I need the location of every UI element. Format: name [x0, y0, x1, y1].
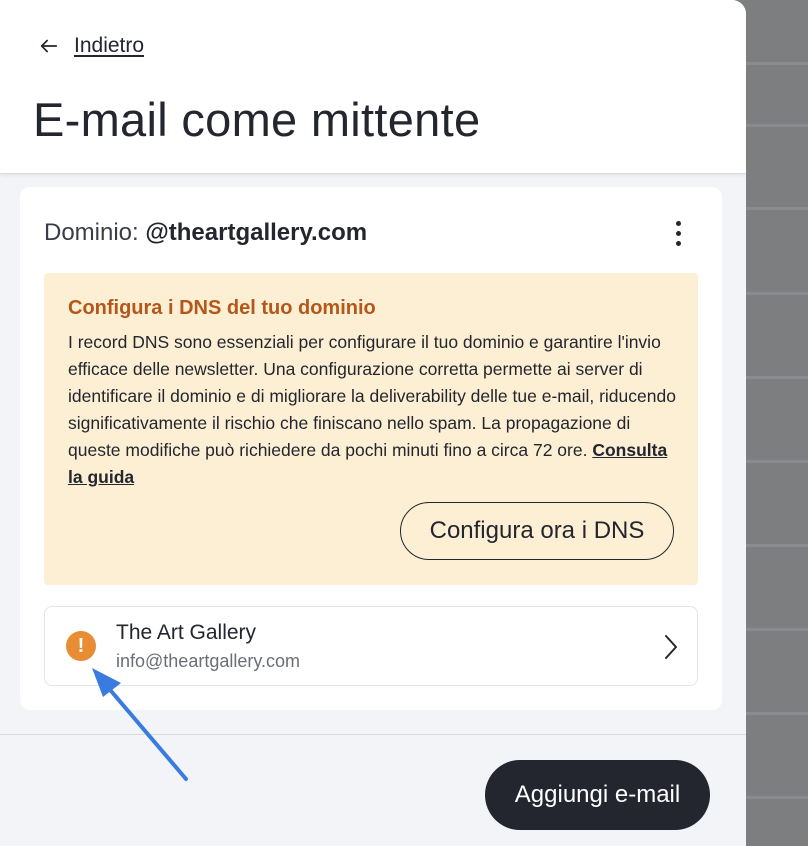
- back-link[interactable]: Indietro: [38, 32, 144, 60]
- sender-name: The Art Gallery: [116, 621, 257, 644]
- sender-email-panel: Indietro E-mail come mittente Dominio: @…: [0, 0, 746, 846]
- more-options-icon[interactable]: [664, 215, 692, 251]
- domain-value: @theartgallery.com: [145, 219, 368, 246]
- chevron-right-icon: [665, 635, 677, 659]
- alert-body: I record DNS sono essenziali per configu…: [68, 329, 680, 491]
- domain-prefix: Dominio:: [44, 219, 139, 246]
- domain-card: Dominio: @theartgallery.com Configura i …: [20, 187, 722, 710]
- panel-footer: Aggiungi e-mail: [0, 734, 746, 846]
- alert-title: Configura i DNS del tuo dominio: [68, 297, 376, 319]
- add-email-button[interactable]: Aggiungi e-mail: [485, 760, 710, 830]
- configure-dns-button[interactable]: Configura ora i DNS: [400, 502, 674, 560]
- background-page: [746, 0, 808, 846]
- domain-row: Dominio: @theartgallery.com: [44, 215, 698, 251]
- sender-email: info@theartgallery.com: [116, 651, 301, 671]
- sender-email-item[interactable]: ! The Art Gallery info@theartgallery.com: [44, 606, 698, 686]
- back-label: Indietro: [74, 34, 145, 57]
- exclamation-icon: !: [66, 631, 96, 661]
- domain-label: Dominio: @theartgallery.com: [44, 219, 367, 247]
- dns-warning-alert: Configura i DNS del tuo dominio I record…: [44, 273, 698, 585]
- alert-body-text: I record DNS sono essenziali per configu…: [68, 332, 676, 460]
- panel-header: Indietro E-mail come mittente: [0, 0, 746, 174]
- arrow-left-icon: [40, 39, 58, 53]
- page-title: E-mail come mittente: [33, 93, 481, 146]
